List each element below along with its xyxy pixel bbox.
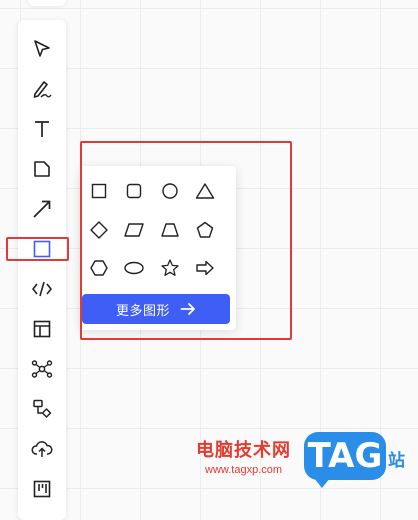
upload-cloud-icon [31,441,53,457]
tool-flowchart[interactable] [18,391,66,427]
tool-upload[interactable] [18,431,66,467]
tool-code[interactable] [18,271,66,307]
sticky-note-icon [34,161,50,177]
layout-template-icon [33,320,51,338]
watermark-site-name: 电脑技术网 [196,440,291,461]
tool-kanban[interactable] [18,471,66,507]
tag-logo-text: TAG [307,436,383,476]
tool-pen[interactable] [18,71,66,107]
tool-connector[interactable] [18,191,66,227]
tool-mindmap[interactable] [18,351,66,387]
annotation-highlight-shape-tool [6,237,69,261]
code-icon [32,281,52,297]
kanban-icon [33,480,51,498]
tool-template[interactable] [18,311,66,347]
arrow-connector-icon [33,200,51,218]
mindmap-icon [31,360,53,378]
top-panel-edge [28,0,66,6]
tag-logo: TAG [304,432,386,488]
watermark-url: www.tagxp.com [205,464,283,476]
annotation-highlight-shape-panel [80,141,292,340]
tool-select[interactable] [18,31,66,67]
cursor-icon [34,40,50,57]
tag-logo-suffix: 站 [388,451,405,471]
flowchart-icon [33,399,52,418]
tool-text[interactable] [18,111,66,147]
left-toolbar [18,20,66,520]
text-icon [35,121,49,137]
pen-icon [33,81,52,98]
tool-sticky-note[interactable] [18,151,66,187]
